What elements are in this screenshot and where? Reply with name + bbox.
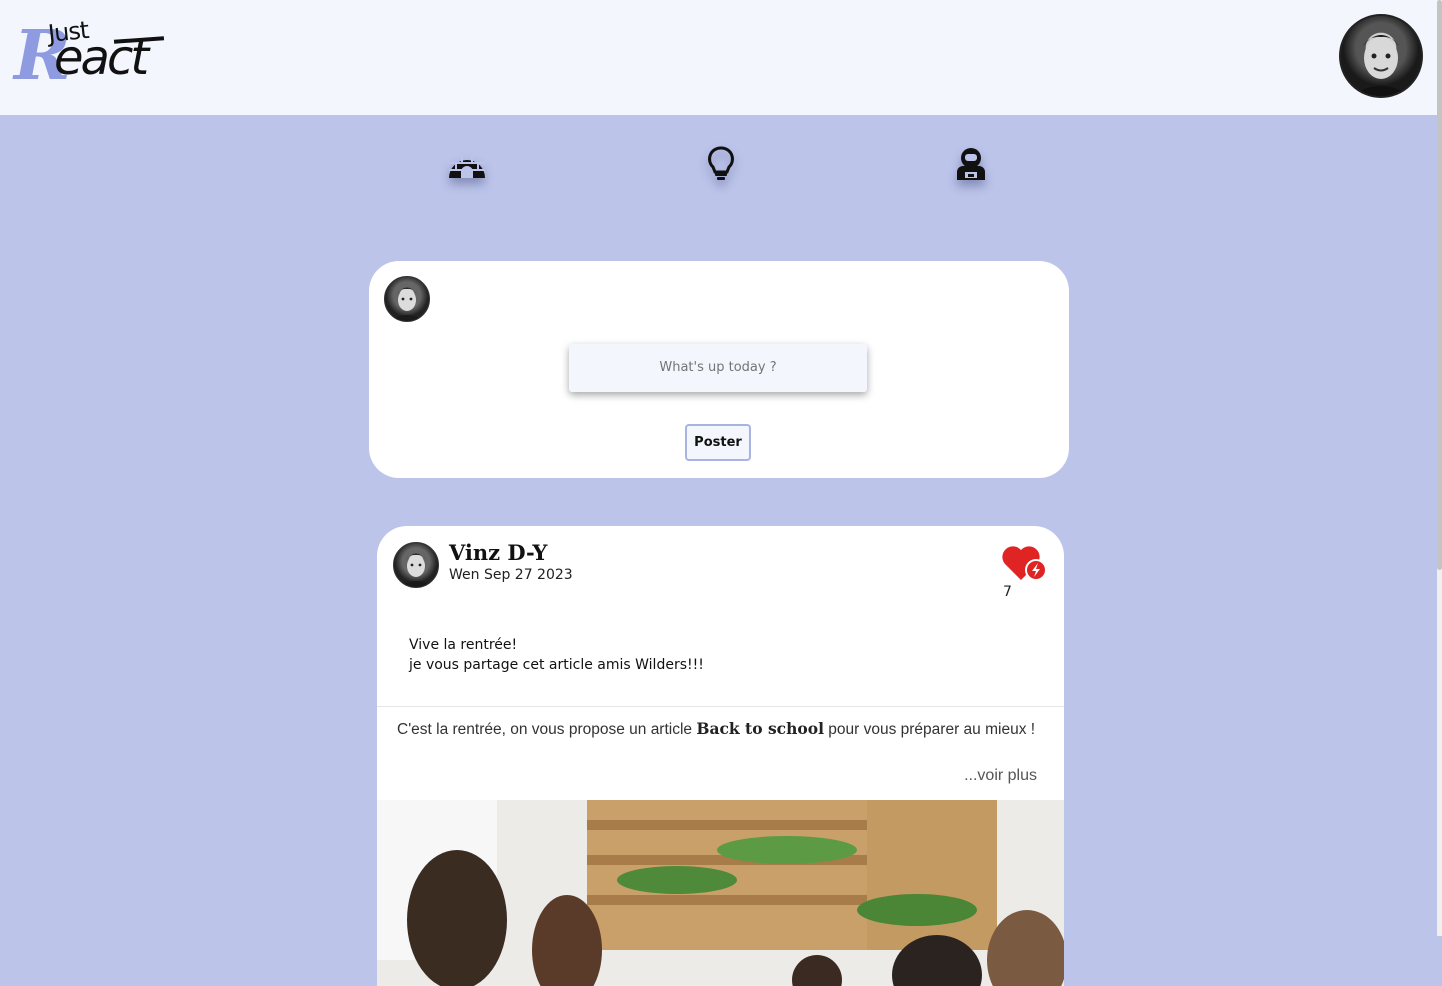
post-card: Vinz D-Y Wen Sep 27 2023 7 Vive la rentr… xyxy=(377,526,1064,986)
article-image[interactable] xyxy=(377,800,1064,986)
post-body-line1: Vive la rentrée! xyxy=(409,637,518,653)
article-text-before: C'est la rentrée, on vous propose un art… xyxy=(397,721,697,738)
scrollbar-thumb[interactable] xyxy=(1437,0,1442,570)
lightbulb-icon[interactable] xyxy=(702,146,742,182)
astronaut-icon[interactable] xyxy=(951,146,991,182)
post-composer: Poster xyxy=(369,261,1069,478)
post-author-avatar[interactable] xyxy=(393,542,439,588)
post-divider xyxy=(377,706,1064,707)
article-bold-title: Back to school xyxy=(696,719,824,738)
article-text-after: pour vous préparer au mieux ! xyxy=(823,721,1036,738)
like-count: 7 xyxy=(1003,584,1012,600)
poster-button[interactable]: Poster xyxy=(685,424,751,461)
article-preview-text: C'est la rentrée, on vous propose un art… xyxy=(397,716,1037,742)
like-button[interactable]: 7 xyxy=(1001,542,1051,602)
avatar-face-icon xyxy=(1351,35,1411,96)
post-body-line2: je vous partage cet article amis Wilders… xyxy=(409,657,704,673)
igloo-icon[interactable] xyxy=(447,146,487,182)
post-author-name[interactable]: Vinz D-Y xyxy=(449,540,547,565)
composer-avatar xyxy=(384,276,430,322)
top-bar: R Just eact xyxy=(0,0,1437,115)
post-body: Vive la rentrée! je vous partage cet art… xyxy=(409,635,704,675)
user-avatar[interactable] xyxy=(1339,14,1423,98)
post-date: Wen Sep 27 2023 xyxy=(449,567,573,583)
just-react-logo[interactable]: R Just eact xyxy=(14,16,166,94)
heart-bolt-icon xyxy=(1002,546,1047,581)
classroom-photo-icon xyxy=(377,800,1064,986)
whats-up-input[interactable] xyxy=(569,344,867,392)
voir-plus-link[interactable]: ...voir plus xyxy=(937,767,1037,785)
